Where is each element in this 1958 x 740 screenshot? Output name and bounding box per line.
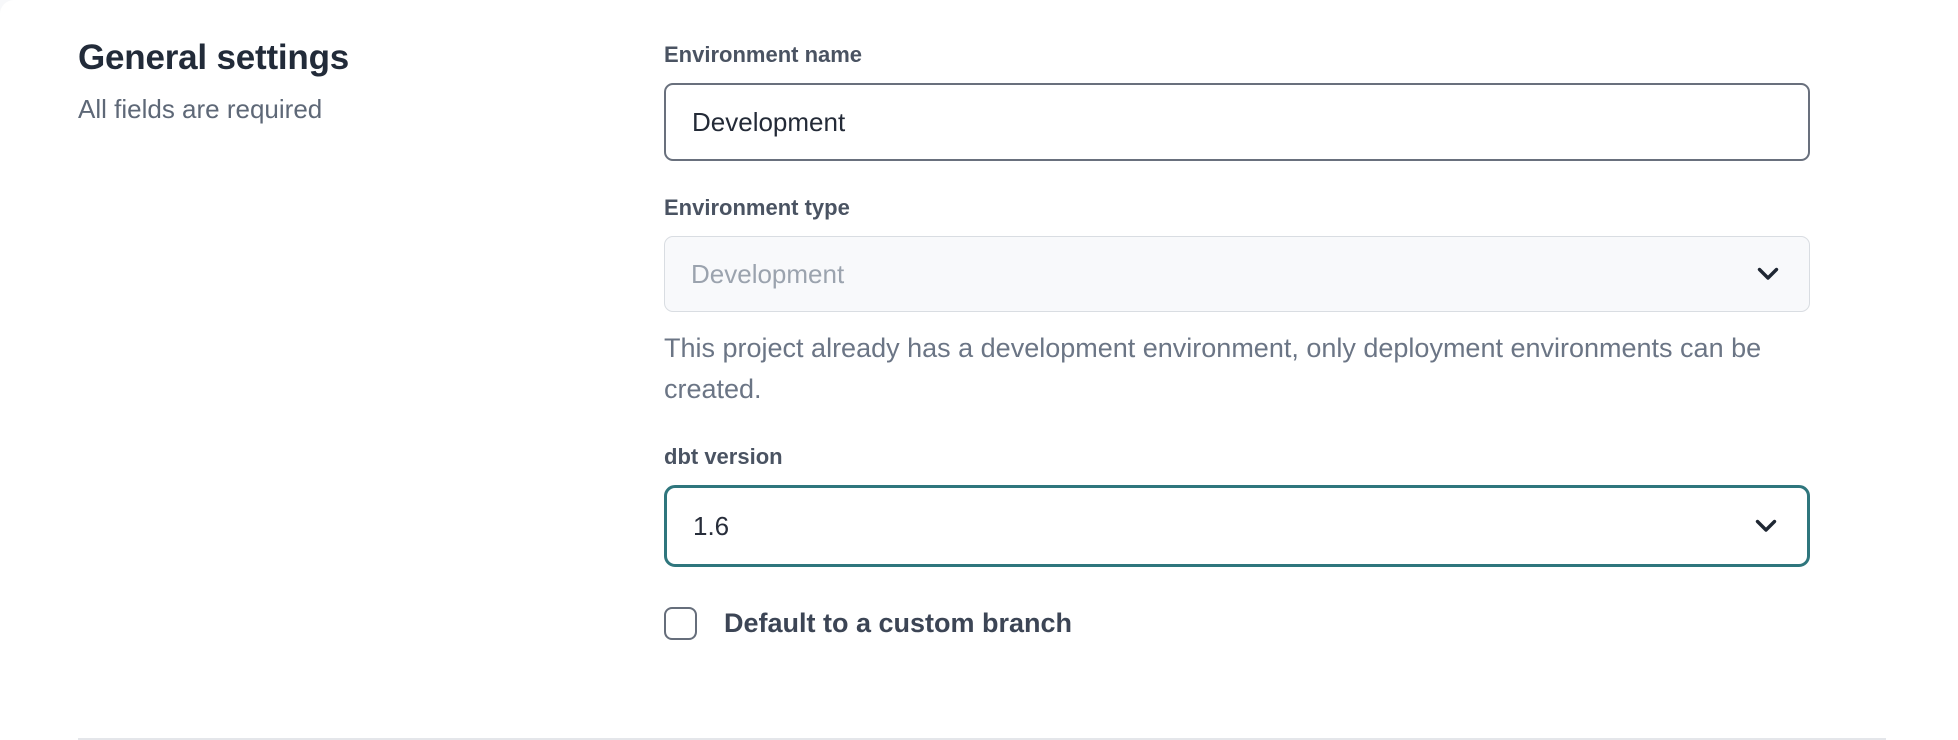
dbt-version-field: dbt version 1.6 bbox=[664, 444, 1810, 567]
environment-type-helper: This project already has a development e… bbox=[664, 328, 1810, 410]
section-intro: General settings All fields are required bbox=[0, 36, 664, 640]
dbt-version-label: dbt version bbox=[664, 444, 1810, 470]
environment-type-value: Development bbox=[691, 259, 844, 290]
settings-form: Environment name Environment type Develo… bbox=[664, 36, 1810, 640]
environment-name-label: Environment name bbox=[664, 42, 1810, 68]
dbt-version-value: 1.6 bbox=[693, 511, 729, 542]
environment-settings-page: General settings All fields are required… bbox=[0, 0, 1958, 740]
dbt-version-select[interactable]: 1.6 bbox=[664, 485, 1810, 567]
general-settings-section: General settings All fields are required… bbox=[0, 0, 1958, 640]
page-subtitle: All fields are required bbox=[78, 94, 664, 125]
chevron-down-icon bbox=[1755, 519, 1777, 533]
environment-type-select[interactable]: Development bbox=[664, 236, 1810, 312]
environment-name-field: Environment name bbox=[664, 42, 1810, 161]
chevron-down-icon bbox=[1757, 267, 1779, 281]
custom-branch-row: Default to a custom branch bbox=[664, 607, 1810, 640]
custom-branch-checkbox[interactable] bbox=[664, 607, 697, 640]
environment-name-input[interactable] bbox=[664, 83, 1810, 161]
environment-type-label: Environment type bbox=[664, 195, 1810, 221]
custom-branch-label[interactable]: Default to a custom branch bbox=[724, 608, 1072, 639]
page-title: General settings bbox=[78, 36, 664, 80]
environment-type-field: Environment type Development This projec… bbox=[664, 195, 1810, 410]
